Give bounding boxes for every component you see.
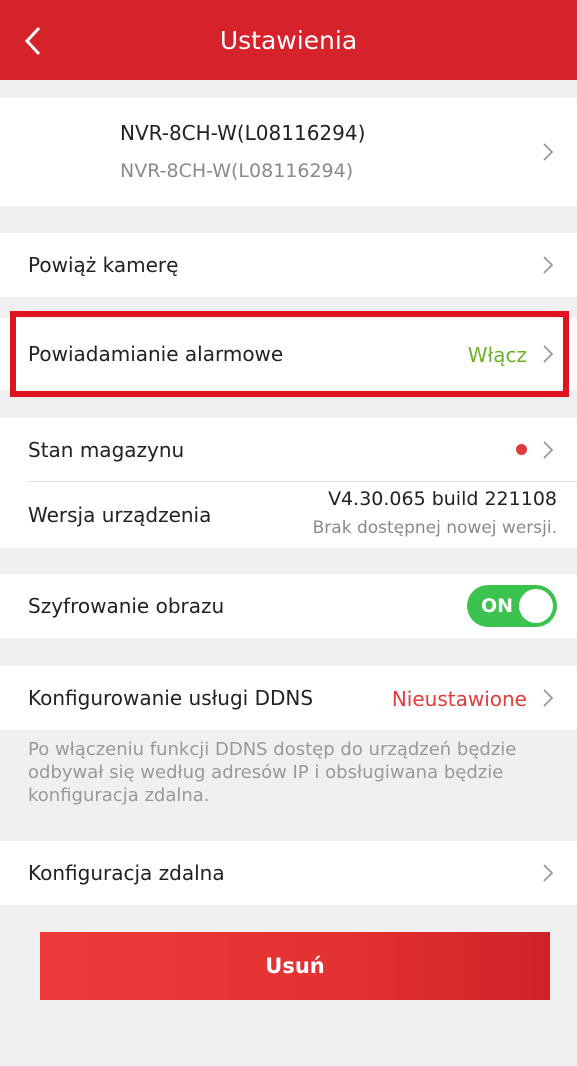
toggle-knob: [519, 589, 553, 623]
toggle-on-text: ON: [481, 595, 514, 617]
image-encryption-toggle[interactable]: ON: [467, 585, 557, 627]
back-button[interactable]: [18, 22, 48, 60]
page-title: Ustawienia: [219, 25, 358, 55]
ddns-value: Nieustawione: [391, 687, 527, 711]
chevron-right-icon: [541, 438, 555, 462]
chevron-right-icon: [541, 686, 555, 710]
top-bar: Ustawienia: [0, 0, 577, 80]
storage-status-row[interactable]: Stan magazynu: [0, 418, 577, 482]
ddns-info-text: Po włączeniu funkcji DDNS dostęp do urzą…: [28, 739, 517, 806]
chevron-right-icon: [541, 861, 555, 885]
storage-alert-dot: [516, 444, 527, 455]
device-name: NVR-8CH-W(L08116294): [120, 121, 366, 145]
ddns-row[interactable]: Konfigurowanie usługi DDNS Nieustawione: [0, 666, 577, 730]
delete-button[interactable]: Usuń: [40, 932, 550, 1000]
storage-status-label: Stan magazynu: [28, 438, 185, 462]
device-subtitle: NVR-8CH-W(L08116294): [120, 160, 354, 182]
link-camera-row[interactable]: Powiąż kamerę: [0, 233, 577, 297]
device-version-number: V4.30.065 build 221108: [328, 488, 557, 510]
device-row[interactable]: NVR-8CH-W(L08116294) NVR-8CH-W(L08116294…: [0, 98, 577, 264]
image-encryption-row: Szyfrowanie obrazu ON: [0, 574, 577, 638]
remote-config-label: Konfiguracja zdalna: [28, 861, 225, 885]
chevron-left-icon: [24, 26, 41, 56]
device-version-row: Wersja urządzenia V4.30.065 build 221108…: [0, 482, 577, 548]
remote-config-row[interactable]: Konfiguracja zdalna: [0, 841, 577, 905]
chevron-right-icon: [541, 140, 555, 164]
device-version-label: Wersja urządzenia: [28, 503, 212, 527]
ddns-label: Konfigurowanie usługi DDNS: [28, 686, 314, 710]
link-camera-label: Powiąż kamerę: [28, 253, 179, 277]
highlight-frame: [10, 311, 569, 397]
device-version-note: Brak dostępnej nowej wersji.: [312, 518, 557, 538]
image-encryption-label: Szyfrowanie obrazu: [28, 594, 225, 618]
chevron-right-icon: [541, 253, 555, 277]
